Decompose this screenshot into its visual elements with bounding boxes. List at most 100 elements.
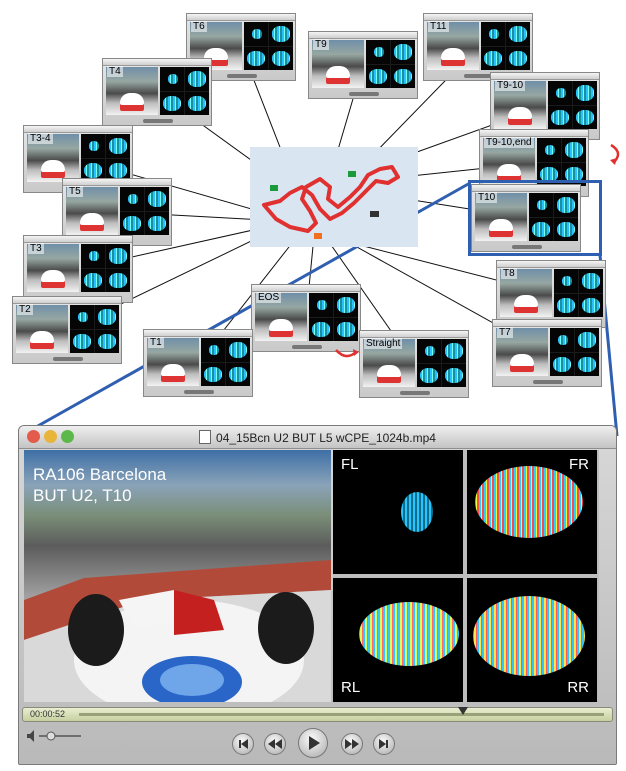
- tire-cell: [562, 138, 586, 162]
- tire-cell: [579, 293, 603, 317]
- tire-cell: [506, 46, 530, 70]
- play-button[interactable]: [298, 728, 328, 758]
- overlay-line-2: BUT U2, T10: [33, 486, 132, 505]
- panel-fl: FL: [333, 450, 463, 574]
- fast-forward-button[interactable]: [341, 733, 363, 755]
- thumbnail-titlebar: [497, 261, 605, 268]
- thumbnail-tire-grid: [548, 81, 597, 129]
- thumbnail-t4: T4: [102, 58, 212, 126]
- thumbnail-titlebar: [63, 179, 171, 186]
- thumbnail-titlebar: [493, 320, 601, 327]
- scrub-bar[interactable]: 00:00:52: [22, 707, 613, 722]
- thumbnail-label: T9-10: [495, 80, 526, 91]
- tire-cell: [269, 46, 293, 70]
- thumbnail-titlebar: [360, 331, 468, 338]
- thumbnail-eos: EOS: [251, 284, 361, 352]
- highlight-box: [468, 180, 602, 256]
- marker-orange: [314, 233, 322, 239]
- tire-cell: [120, 211, 144, 235]
- thumbnail-label: T8: [501, 268, 517, 279]
- thumbnail-tire-grid: [554, 269, 603, 317]
- tire-cell: [548, 105, 572, 129]
- skip-start-button[interactable]: [232, 733, 254, 755]
- tire-cell: [309, 293, 333, 317]
- thumbnail-tire-grid: [550, 328, 599, 376]
- label-fr: FR: [569, 456, 589, 473]
- thumbnail-titlebar: [13, 297, 121, 304]
- thumbnail-label: T11: [428, 21, 449, 32]
- time-display: 00:00:52: [30, 709, 66, 719]
- tire-cell: [106, 244, 130, 268]
- timeline-track[interactable]: [79, 713, 604, 716]
- marker-dark: [370, 211, 379, 217]
- panel-fr: FR: [467, 450, 597, 574]
- window-title-wrap: 04_15Bcn U2 BUT L5 wCPE_1024b.mp4: [19, 430, 616, 445]
- tire-cell: [573, 105, 597, 129]
- track-layout: [262, 165, 400, 239]
- rewind-button[interactable]: [264, 733, 286, 755]
- thumbnail-titlebar: [187, 14, 295, 21]
- movie-file-icon: [199, 430, 212, 444]
- tire-cell: [550, 352, 574, 376]
- tire-cell: [548, 81, 572, 105]
- thumbnail-titlebar: [144, 330, 252, 337]
- thumbnail-titlebar: [480, 130, 588, 137]
- video-overlay-text: RA106 Barcelona BUT U2, T10: [33, 464, 166, 506]
- tire-cell: [417, 363, 441, 387]
- thumbnail-label: T1: [148, 337, 164, 348]
- tire-cell: [185, 91, 209, 115]
- thumbnail-t11: T11: [423, 13, 533, 81]
- thumbnail-tire-grid: [417, 339, 466, 387]
- thumbnail-titlebar: [24, 236, 132, 243]
- tire-cell: [537, 138, 561, 162]
- thumbnail-label: Straight: [364, 338, 403, 349]
- marker-green-2: [348, 171, 356, 177]
- thumbnail-titlebar: [424, 14, 532, 21]
- thumbnail-t9: T9: [308, 31, 418, 99]
- speaker-icon: [27, 730, 34, 742]
- tire-cell: [417, 339, 441, 363]
- overlay-line-1: RA106 Barcelona: [33, 465, 167, 484]
- tire-cell: [226, 362, 250, 386]
- tire-cell: [506, 22, 530, 46]
- onboard-video: RA106 Barcelona BUT U2, T10: [24, 450, 331, 702]
- tire-cell: [554, 269, 578, 293]
- thumbnail-tire-grid: [70, 305, 119, 353]
- thumbnail-label: T4: [107, 66, 123, 77]
- curved-arrow-icon: [610, 143, 620, 165]
- tire-cell: [201, 338, 225, 362]
- thumbnail-controls: [533, 380, 563, 384]
- volume-slider[interactable]: [25, 728, 85, 744]
- tire-cell: [244, 22, 268, 46]
- tire-cell: [391, 64, 415, 88]
- thumbnail-tire-grid: [244, 22, 293, 70]
- thumbnail-titlebar: [309, 32, 417, 39]
- tire-cell: [573, 81, 597, 105]
- thumbnail-controls: [227, 74, 257, 78]
- player-window: 04_15Bcn U2 BUT L5 wCPE_1024b.mp4 RA106 …: [18, 425, 617, 765]
- thumbnail-label: T6: [191, 21, 207, 32]
- tire-cell: [70, 329, 94, 353]
- tire-panels: FL FR RL RR: [333, 450, 599, 702]
- skip-end-button[interactable]: [373, 733, 395, 755]
- tire-cell: [120, 187, 144, 211]
- playhead-marker[interactable]: [458, 707, 469, 715]
- tire-cell: [481, 22, 505, 46]
- tire-cell: [442, 363, 466, 387]
- thumbnail-tire-grid: [160, 67, 209, 115]
- tire-cell: [334, 293, 358, 317]
- thumbnail-label: T3-4: [28, 133, 53, 144]
- thumbnail-titlebar: [252, 285, 360, 292]
- label-fl: FL: [341, 456, 359, 473]
- thumbnail-t3: T3: [23, 235, 133, 303]
- tire-cell: [70, 305, 94, 329]
- title-bar[interactable]: 04_15Bcn U2 BUT L5 wCPE_1024b.mp4: [19, 426, 616, 449]
- thumbnail-tire-grid: [537, 138, 586, 186]
- thumbnail-controls: [292, 345, 322, 349]
- thumbnail-tire-grid: [120, 187, 169, 235]
- thumbnail-controls: [143, 119, 173, 123]
- tire-cell: [81, 268, 105, 292]
- track-map: [250, 147, 418, 247]
- marker-green-1: [270, 185, 278, 191]
- panel-rr: RR: [467, 578, 597, 702]
